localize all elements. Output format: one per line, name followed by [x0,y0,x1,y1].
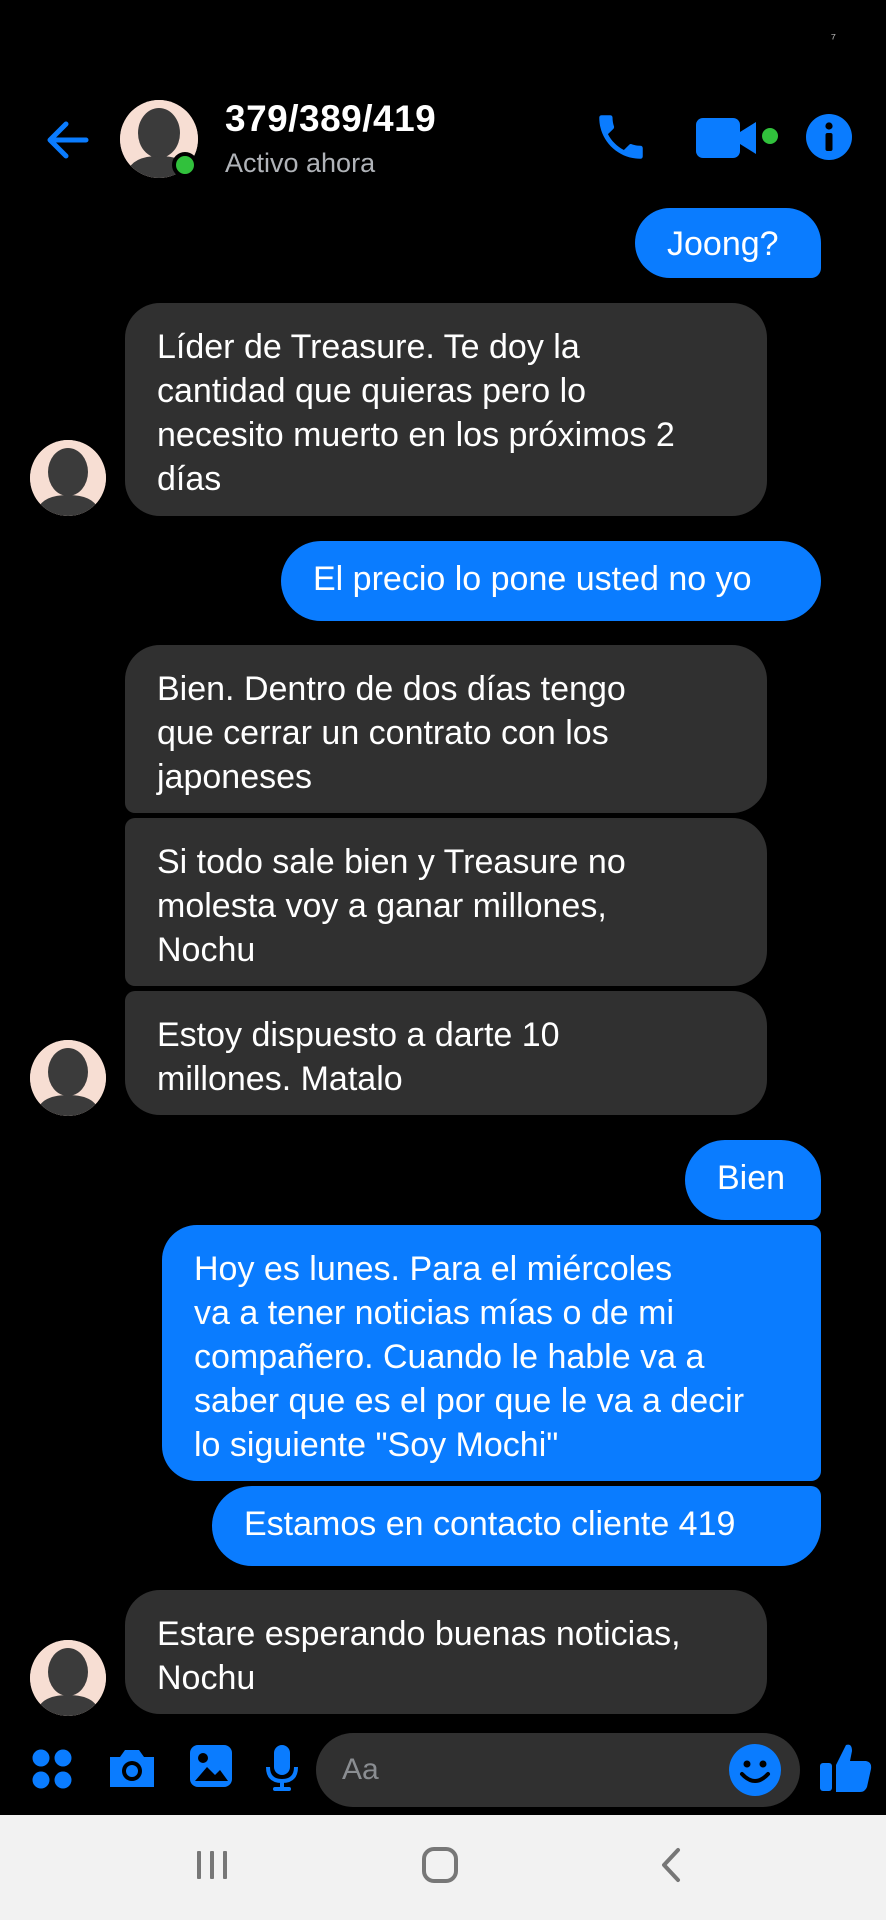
incoming-message[interactable]: Si todo sale bien y Treasure no molesta … [125,818,767,986]
outgoing-message[interactable]: Hoy es lunes. Para el miércoles va a ten… [162,1225,821,1481]
incoming-message[interactable]: Bien. Dentro de dos días tengo que cerra… [125,645,767,813]
video-camera-icon[interactable] [694,112,784,168]
contact-name[interactable]: 379/389/419 [225,98,436,140]
recent-apps-icon[interactable] [192,1845,232,1890]
status-indicator: ⁷ [830,30,836,46]
apps-grid-icon[interactable] [30,1747,74,1796]
outgoing-message[interactable]: Estamos en contacto cliente 419 [212,1486,821,1566]
back-arrow-icon[interactable] [40,112,96,168]
camera-icon[interactable] [106,1745,158,1796]
back-icon[interactable] [652,1845,692,1890]
home-icon[interactable] [420,1845,460,1890]
message-input-placeholder: Aa [342,1753,379,1786]
sender-avatar[interactable] [30,1040,106,1116]
outgoing-message[interactable]: El precio lo pone usted no yo [281,541,821,621]
microphone-icon[interactable] [264,1743,300,1798]
incoming-message[interactable]: Estare esperando buenas noticias, Nochu [125,1590,767,1714]
sender-avatar[interactable] [30,1640,106,1716]
chat-header: 379/389/419 Activo ahora [0,80,886,200]
incoming-message[interactable]: Estoy dispuesto a darte 10 millones. Mat… [125,991,767,1115]
online-status-dot [172,152,198,178]
outgoing-message[interactable]: Bien [685,1140,821,1220]
thumbs-up-icon[interactable] [818,1739,874,1800]
message-input[interactable]: Aa [316,1733,800,1807]
contact-status: Activo ahora [225,148,376,178]
sender-avatar[interactable] [30,440,106,516]
outgoing-message[interactable]: Joong? [635,208,821,278]
gallery-icon[interactable] [188,1743,234,1794]
incoming-message[interactable]: Líder de Treasure. Te doy la cantidad qu… [125,303,767,516]
message-composer: Aa [0,1725,886,1815]
info-icon[interactable] [804,112,854,162]
system-navigation-bar [0,1815,886,1920]
emoji-icon[interactable] [728,1743,782,1797]
phone-icon[interactable] [592,108,656,172]
